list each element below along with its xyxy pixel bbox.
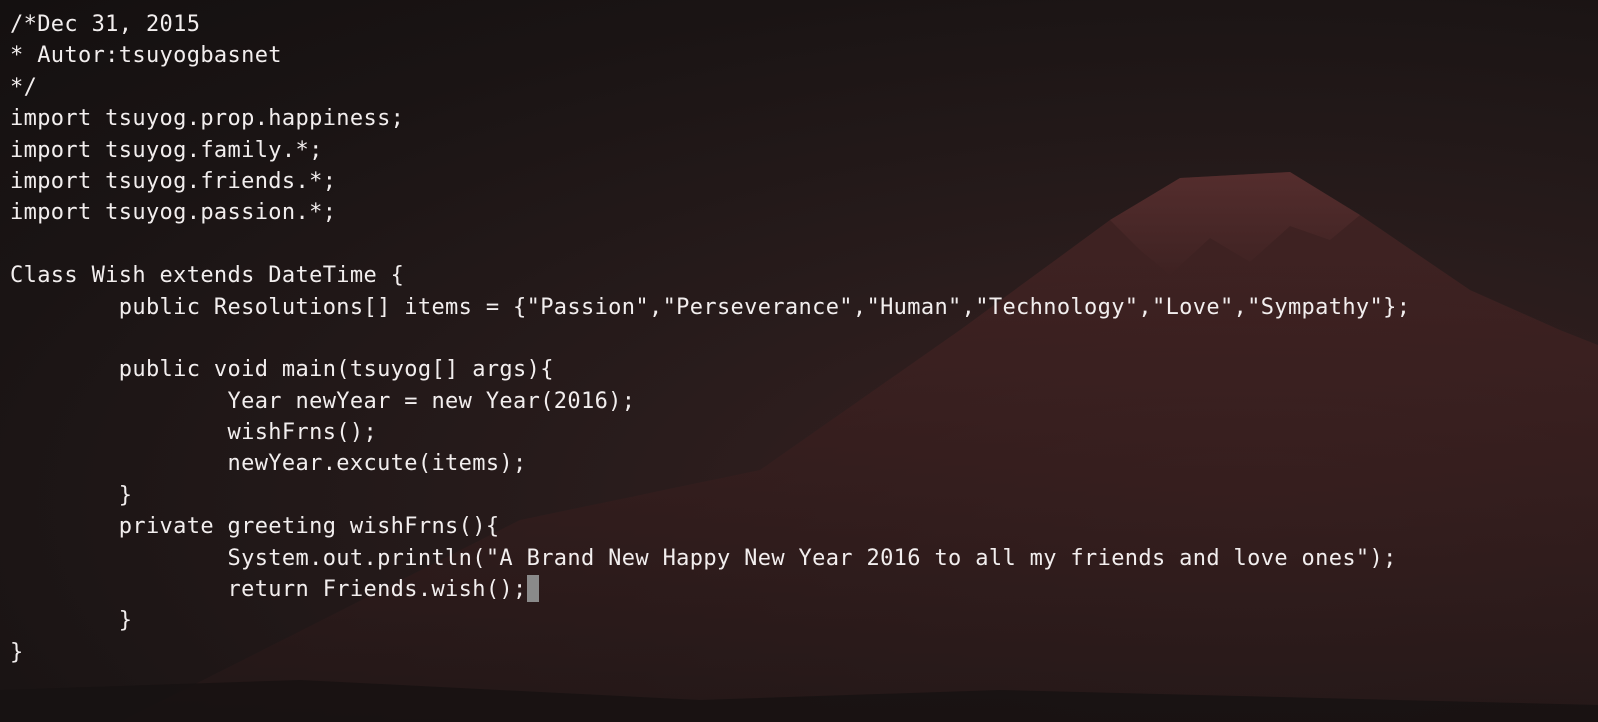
code-line-21: } bbox=[10, 639, 24, 665]
code-line-7: import tsuyog.passion.*; bbox=[10, 200, 337, 226]
code-line-18: System.out.println("A Brand New Happy Ne… bbox=[10, 545, 1397, 571]
code-line-19: return Friends.wish(); bbox=[10, 574, 1410, 605]
code-line-12: public void main(tsuyog[] args){ bbox=[10, 357, 554, 383]
code-line-6: import tsuyog.friends.*; bbox=[10, 168, 337, 194]
terminal-window[interactable]: /*Dec 31, 2015 * Autor:tsuyogbasnet */ impo… bbox=[0, 0, 1598, 722]
code-line-10: public Resolutions[] items = {"Passion",… bbox=[10, 294, 1411, 320]
code-line-2: * Autor:tsuyogbasnet bbox=[10, 43, 282, 69]
code-editor[interactable]: /*Dec 31, 2015 * Autor:tsuyogbasnet */ impo… bbox=[10, 9, 1410, 668]
code-line-3: */ bbox=[10, 74, 38, 100]
code-line-16: } bbox=[10, 482, 133, 508]
code-line-15: newYear.excute(items); bbox=[10, 451, 527, 477]
code-line-17: private greeting wishFrns(){ bbox=[10, 514, 500, 540]
code-line-19-text: return Friends.wish(); bbox=[10, 577, 527, 603]
code-line-1: /*Dec 31, 2015 bbox=[10, 12, 201, 37]
text-cursor bbox=[526, 575, 539, 603]
code-line-9: Class Wish extends DateTime { bbox=[10, 263, 405, 289]
code-line-20: } bbox=[10, 608, 133, 634]
code-line-13: Year newYear = new Year(2016); bbox=[10, 388, 636, 414]
code-line-4: import tsuyog.prop.happiness; bbox=[10, 106, 405, 132]
code-line-5: import tsuyog.family.*; bbox=[10, 137, 323, 163]
code-line-14: wishFrns(); bbox=[10, 420, 378, 446]
